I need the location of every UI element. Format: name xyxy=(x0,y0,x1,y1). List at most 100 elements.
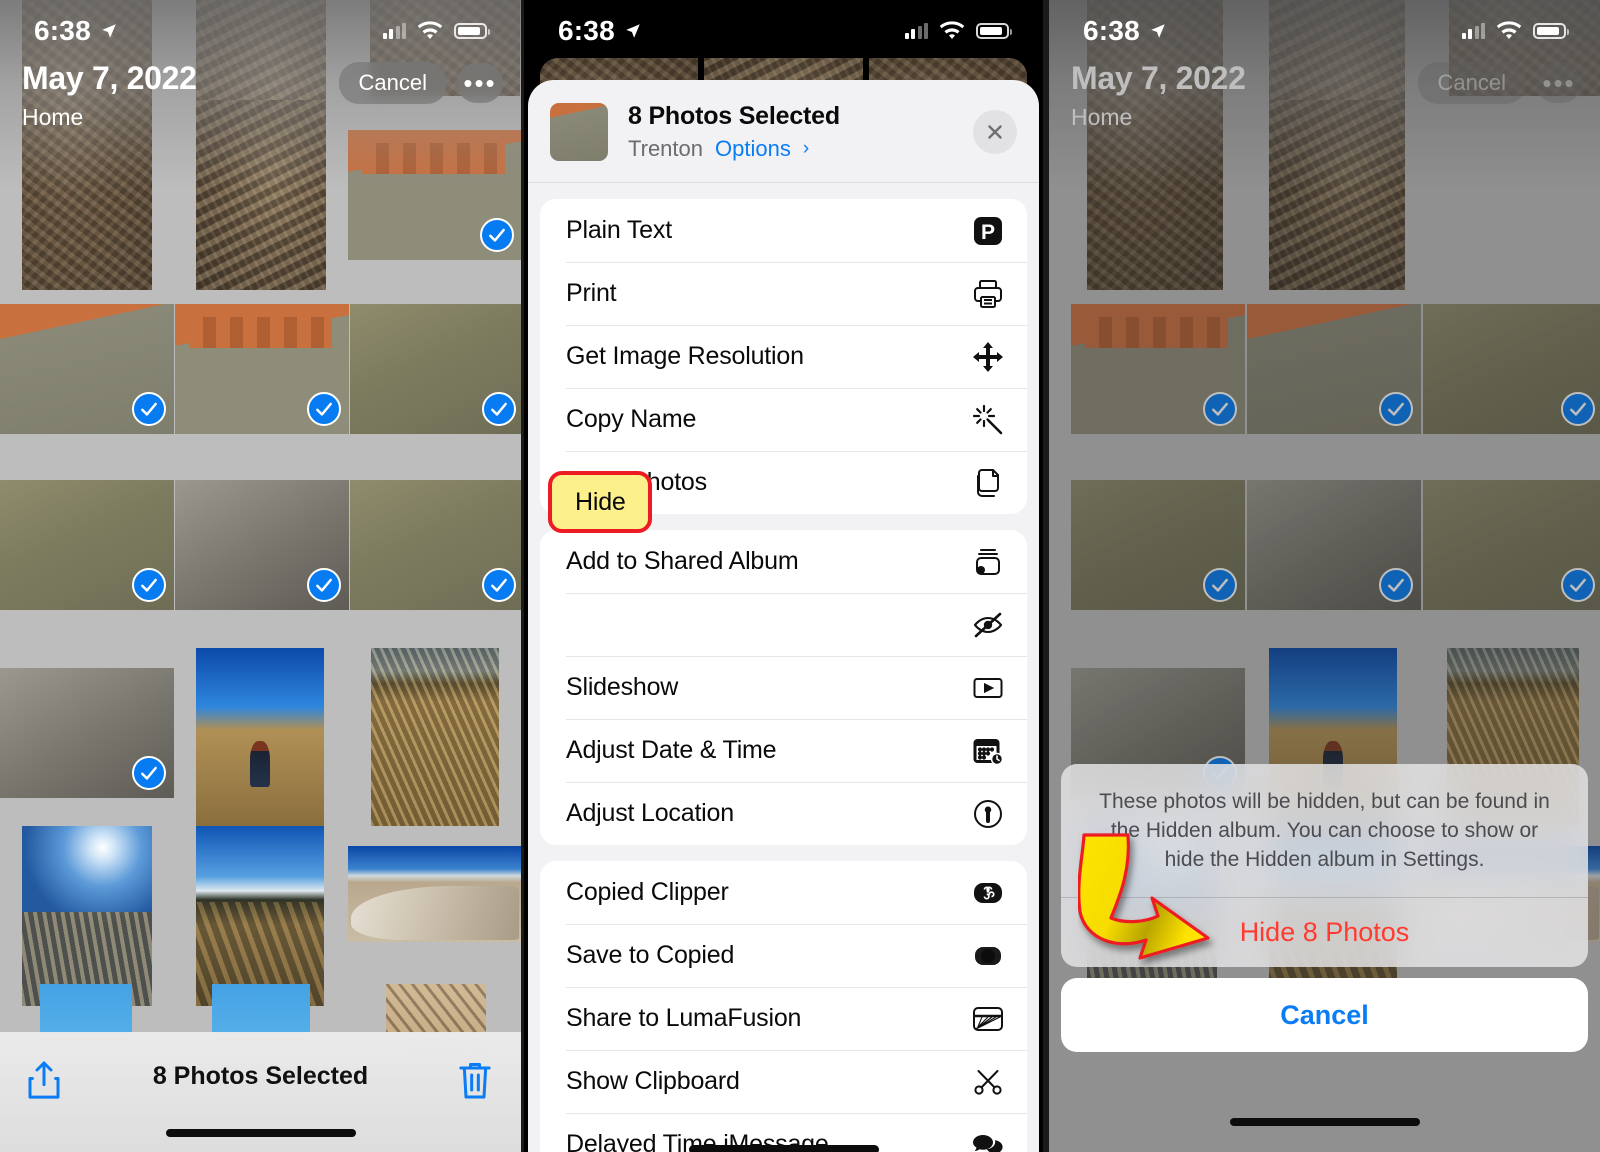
cellular-bars-icon xyxy=(382,23,406,39)
scissors-icon xyxy=(971,1065,1005,1099)
copy-documents-icon xyxy=(971,466,1005,500)
photo-sun-field[interactable] xyxy=(22,826,152,1006)
cellular-bars-icon xyxy=(904,23,928,39)
menu-item-save-to-copied[interactable]: Save to Copied xyxy=(540,924,1027,987)
menu-item-label: Print xyxy=(566,279,617,307)
location-arrow-icon xyxy=(626,24,640,38)
battery-icon xyxy=(1533,23,1569,39)
photo-sand-tracks[interactable] xyxy=(386,984,486,1034)
menu-item-label: Slideshow xyxy=(566,673,679,701)
menu-item-adjust-date-time[interactable]: Adjust Date & Time xyxy=(540,719,1027,782)
photo-dune-grass[interactable] xyxy=(371,648,499,826)
shared-album-icon xyxy=(971,545,1005,579)
status-time-group-right: 6:38 xyxy=(1083,15,1167,47)
menu-item-print[interactable]: Print xyxy=(540,262,1027,325)
photo-controller-screen[interactable] xyxy=(350,480,521,610)
status-time: 6:38 xyxy=(34,15,91,46)
menu-item-label: Show Clipboard xyxy=(566,1067,740,1095)
status-time-group-mid: 6:38 xyxy=(558,15,642,47)
menu-item-add-to-shared-album[interactable]: Add to Shared Album xyxy=(540,530,1027,593)
photo-drone-table[interactable] xyxy=(0,480,174,610)
selected-check-icon xyxy=(482,392,516,426)
location-arrow-icon xyxy=(1151,24,1165,38)
menu-item-label: Share to LumaFusion xyxy=(566,1004,802,1032)
status-bar-right: 6:38 xyxy=(1049,0,1600,62)
left-phone-panel: May 7, 2022 Home Cancel ••• 6:38 8 Photo… xyxy=(0,0,521,1152)
photo-driftwood[interactable] xyxy=(348,846,521,942)
photo-controller-manual[interactable] xyxy=(350,304,521,434)
more-options-button[interactable]: ••• xyxy=(457,63,503,103)
clipper-command-icon xyxy=(971,876,1005,910)
menu-item-label: Adjust Location xyxy=(566,799,734,827)
alert-cancel-button[interactable]: Cancel xyxy=(1061,978,1588,1052)
photo-sky-2[interactable] xyxy=(212,984,310,1034)
photo-controller-screen-2[interactable] xyxy=(0,668,174,798)
home-indicator xyxy=(1229,1118,1420,1126)
plain-text-p-icon: P xyxy=(971,214,1005,248)
menu-item-label: Get Image Resolution xyxy=(566,342,804,370)
location-pin-circle-icon xyxy=(971,797,1005,831)
selection-count-label: 8 Photos Selected xyxy=(152,1062,369,1090)
photo-coast-dune[interactable] xyxy=(196,826,324,1006)
photo-manual-close[interactable] xyxy=(175,480,349,610)
middle-phone-panel: 6:38 8 Photos Selected Trenton Options ›… xyxy=(521,0,1046,1152)
share-sheet-group-2: Add to Shared Album Hide Slideshow xyxy=(540,530,1027,845)
menu-item-copied-clipper[interactable]: Copied Clipper xyxy=(540,861,1027,924)
selected-check-icon xyxy=(307,568,341,602)
menu-item-plain-text[interactable]: Plain Text P xyxy=(540,199,1027,262)
selection-toolbar: 8 Photos Selected xyxy=(0,1032,521,1152)
close-icon xyxy=(988,125,1002,139)
screenshot-stage: May 7, 2022 Home Cancel ••• 6:38 8 Photo… xyxy=(0,0,1600,1152)
menu-item-label: Save to Copied xyxy=(566,941,735,969)
photo-roots-4[interactable] xyxy=(196,100,326,290)
photo-trail-hiker[interactable] xyxy=(196,648,324,826)
magic-wand-icon xyxy=(971,403,1005,437)
selected-check-icon xyxy=(307,392,341,426)
share-sheet-header: 8 Photos Selected Trenton Options › xyxy=(528,80,1039,183)
menu-item-label: Copy Name xyxy=(566,405,697,433)
wifi-icon xyxy=(417,21,443,39)
share-sheet: 8 Photos Selected Trenton Options › Plai… xyxy=(528,80,1039,1152)
menu-item-show-clipboard[interactable]: Show Clipboard xyxy=(540,1050,1027,1113)
selected-check-icon xyxy=(132,756,166,790)
menu-item-slideshow[interactable]: Slideshow xyxy=(540,656,1027,719)
menu-item-label: Plain Text xyxy=(566,216,672,244)
options-button[interactable]: Options xyxy=(715,136,791,162)
close-button[interactable] xyxy=(973,110,1017,154)
share-sheet-group-1: Plain Text P Print Get Image Resolution xyxy=(540,199,1027,514)
eye-slash-icon xyxy=(971,608,1005,642)
home-indicator xyxy=(165,1129,356,1137)
lumafusion-icon xyxy=(971,1002,1005,1036)
battery-icon xyxy=(454,23,490,39)
menu-item-label: Add to Shared Album xyxy=(566,547,799,575)
selected-check-icon xyxy=(132,392,166,426)
photo-drone-unbox[interactable] xyxy=(0,304,174,434)
cancel-button[interactable]: Cancel xyxy=(338,62,447,104)
menu-item-label: Copied Clipper xyxy=(566,878,729,906)
status-time-mid: 6:38 xyxy=(558,15,615,46)
printer-icon xyxy=(971,277,1005,311)
menu-item-hide[interactable]: Hide xyxy=(540,593,1027,656)
selected-photo-thumbnail xyxy=(550,103,608,161)
photo-sky-1[interactable] xyxy=(40,984,132,1034)
menu-item-adjust-location[interactable]: Adjust Location xyxy=(540,782,1027,845)
share-sheet-subtitle: Trenton xyxy=(628,136,704,161)
wifi-icon xyxy=(939,21,965,39)
selected-check-icon xyxy=(480,218,514,252)
trash-icon[interactable] xyxy=(455,1058,495,1104)
photo-drone-controller[interactable] xyxy=(175,304,349,434)
share-sheet-title: 8 Photos Selected xyxy=(628,102,840,130)
status-bar-mid: 6:38 xyxy=(524,0,1043,62)
menu-item-get-image-resolution[interactable]: Get Image Resolution xyxy=(540,325,1027,388)
play-rectangle-icon xyxy=(971,671,1005,705)
pointer-arrow-annotation xyxy=(1078,833,1210,960)
status-bar: 6:38 xyxy=(0,0,521,62)
status-time-right: 6:38 xyxy=(1083,15,1140,46)
selected-check-icon xyxy=(482,568,516,602)
menu-item-copy-name[interactable]: Copy Name xyxy=(540,388,1027,451)
status-time-group: 6:38 xyxy=(34,15,118,47)
photo-drone-box[interactable] xyxy=(348,130,521,260)
menu-item-share-to-lumafusion[interactable]: Share to LumaFusion xyxy=(540,987,1027,1050)
hide-highlight-label[interactable]: Hide xyxy=(575,488,626,517)
location-arrow-icon xyxy=(102,24,116,38)
